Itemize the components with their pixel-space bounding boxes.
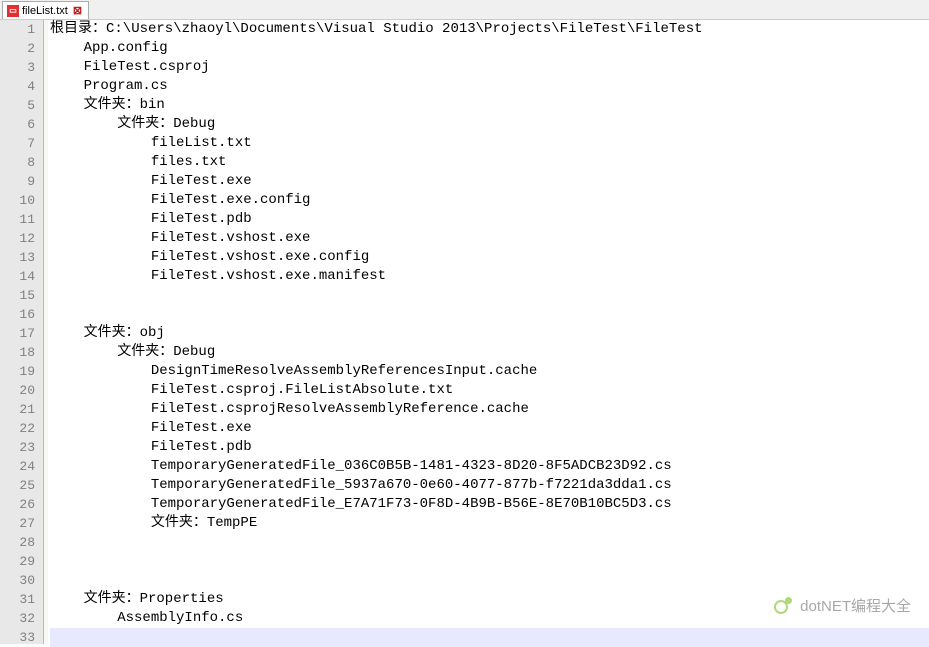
code-content[interactable]: 根目录：C:\Users\zhaoyl\Documents\Visual Stu…: [48, 20, 929, 647]
line-number: 15: [0, 286, 43, 305]
line-number: 31: [0, 590, 43, 609]
code-line[interactable]: [50, 571, 929, 590]
code-line[interactable]: FileTest.pdb: [50, 210, 929, 229]
code-line[interactable]: files.txt: [50, 153, 929, 172]
line-number: 7: [0, 134, 43, 153]
tab-filename: fileList.txt: [22, 5, 68, 17]
line-number: 1: [0, 20, 43, 39]
line-number: 9: [0, 172, 43, 191]
code-line[interactable]: AssemblyInfo.cs: [50, 609, 929, 628]
close-icon[interactable]: ⊠: [71, 3, 84, 18]
code-line[interactable]: App.config: [50, 39, 929, 58]
line-number-gutter: 1234567891011121314151617181920212223242…: [0, 20, 44, 644]
code-line[interactable]: FileTest.csproj.FileListAbsolute.txt: [50, 381, 929, 400]
code-line[interactable]: FileTest.exe.config: [50, 191, 929, 210]
code-line[interactable]: 文件夹：Debug: [50, 115, 929, 134]
code-line[interactable]: 文件夹：Debug: [50, 343, 929, 362]
editor: 1234567891011121314151617181920212223242…: [0, 20, 929, 644]
code-line[interactable]: TemporaryGeneratedFile_5937a670-0e60-407…: [50, 476, 929, 495]
code-line[interactable]: FileTest.csprojResolveAssemblyReference.…: [50, 400, 929, 419]
line-number: 27: [0, 514, 43, 533]
line-number: 11: [0, 210, 43, 229]
line-number: 32: [0, 609, 43, 628]
code-line[interactable]: TemporaryGeneratedFile_E7A71F73-0F8D-4B9…: [50, 495, 929, 514]
line-number: 30: [0, 571, 43, 590]
code-line[interactable]: Program.cs: [50, 77, 929, 96]
line-number: 29: [0, 552, 43, 571]
line-number: 5: [0, 96, 43, 115]
line-number: 20: [0, 381, 43, 400]
code-area[interactable]: 根目录：C:\Users\zhaoyl\Documents\Visual Stu…: [44, 20, 929, 644]
line-number: 18: [0, 343, 43, 362]
code-line[interactable]: 根目录：C:\Users\zhaoyl\Documents\Visual Stu…: [50, 20, 929, 39]
code-line[interactable]: FileTest.pdb: [50, 438, 929, 457]
line-number: 3: [0, 58, 43, 77]
line-number: 8: [0, 153, 43, 172]
line-number: 16: [0, 305, 43, 324]
line-number: 26: [0, 495, 43, 514]
line-number: 23: [0, 438, 43, 457]
line-number: 33: [0, 628, 43, 647]
line-number: 22: [0, 419, 43, 438]
tab-filelist[interactable]: ▭ fileList.txt ⊠: [2, 1, 89, 19]
code-line[interactable]: DesignTimeResolveAssemblyReferencesInput…: [50, 362, 929, 381]
code-line[interactable]: FileTest.exe: [50, 419, 929, 438]
tab-bar: ▭ fileList.txt ⊠: [0, 0, 929, 20]
line-number: 21: [0, 400, 43, 419]
line-number: 25: [0, 476, 43, 495]
line-number: 4: [0, 77, 43, 96]
file-icon: ▭: [7, 5, 19, 17]
code-line[interactable]: TemporaryGeneratedFile_036C0B5B-1481-432…: [50, 457, 929, 476]
code-line[interactable]: FileTest.vshost.exe: [50, 229, 929, 248]
line-number: 6: [0, 115, 43, 134]
code-line[interactable]: fileList.txt: [50, 134, 929, 153]
code-line[interactable]: FileTest.csproj: [50, 58, 929, 77]
code-line[interactable]: 文件夹：Properties: [50, 590, 929, 609]
code-line[interactable]: [50, 533, 929, 552]
code-line[interactable]: [50, 552, 929, 571]
code-line[interactable]: [50, 286, 929, 305]
line-number: 10: [0, 191, 43, 210]
code-line[interactable]: [50, 628, 929, 647]
code-line[interactable]: [50, 305, 929, 324]
line-number: 17: [0, 324, 43, 343]
line-number: 14: [0, 267, 43, 286]
code-line[interactable]: 文件夹：obj: [50, 324, 929, 343]
code-line[interactable]: 文件夹：TempPE: [50, 514, 929, 533]
code-line[interactable]: FileTest.vshost.exe.manifest: [50, 267, 929, 286]
code-line[interactable]: 文件夹：bin: [50, 96, 929, 115]
code-line[interactable]: FileTest.vshost.exe.config: [50, 248, 929, 267]
line-number: 28: [0, 533, 43, 552]
line-number: 13: [0, 248, 43, 267]
line-number: 12: [0, 229, 43, 248]
code-line[interactable]: FileTest.exe: [50, 172, 929, 191]
line-number: 24: [0, 457, 43, 476]
line-number: 19: [0, 362, 43, 381]
line-number: 2: [0, 39, 43, 58]
